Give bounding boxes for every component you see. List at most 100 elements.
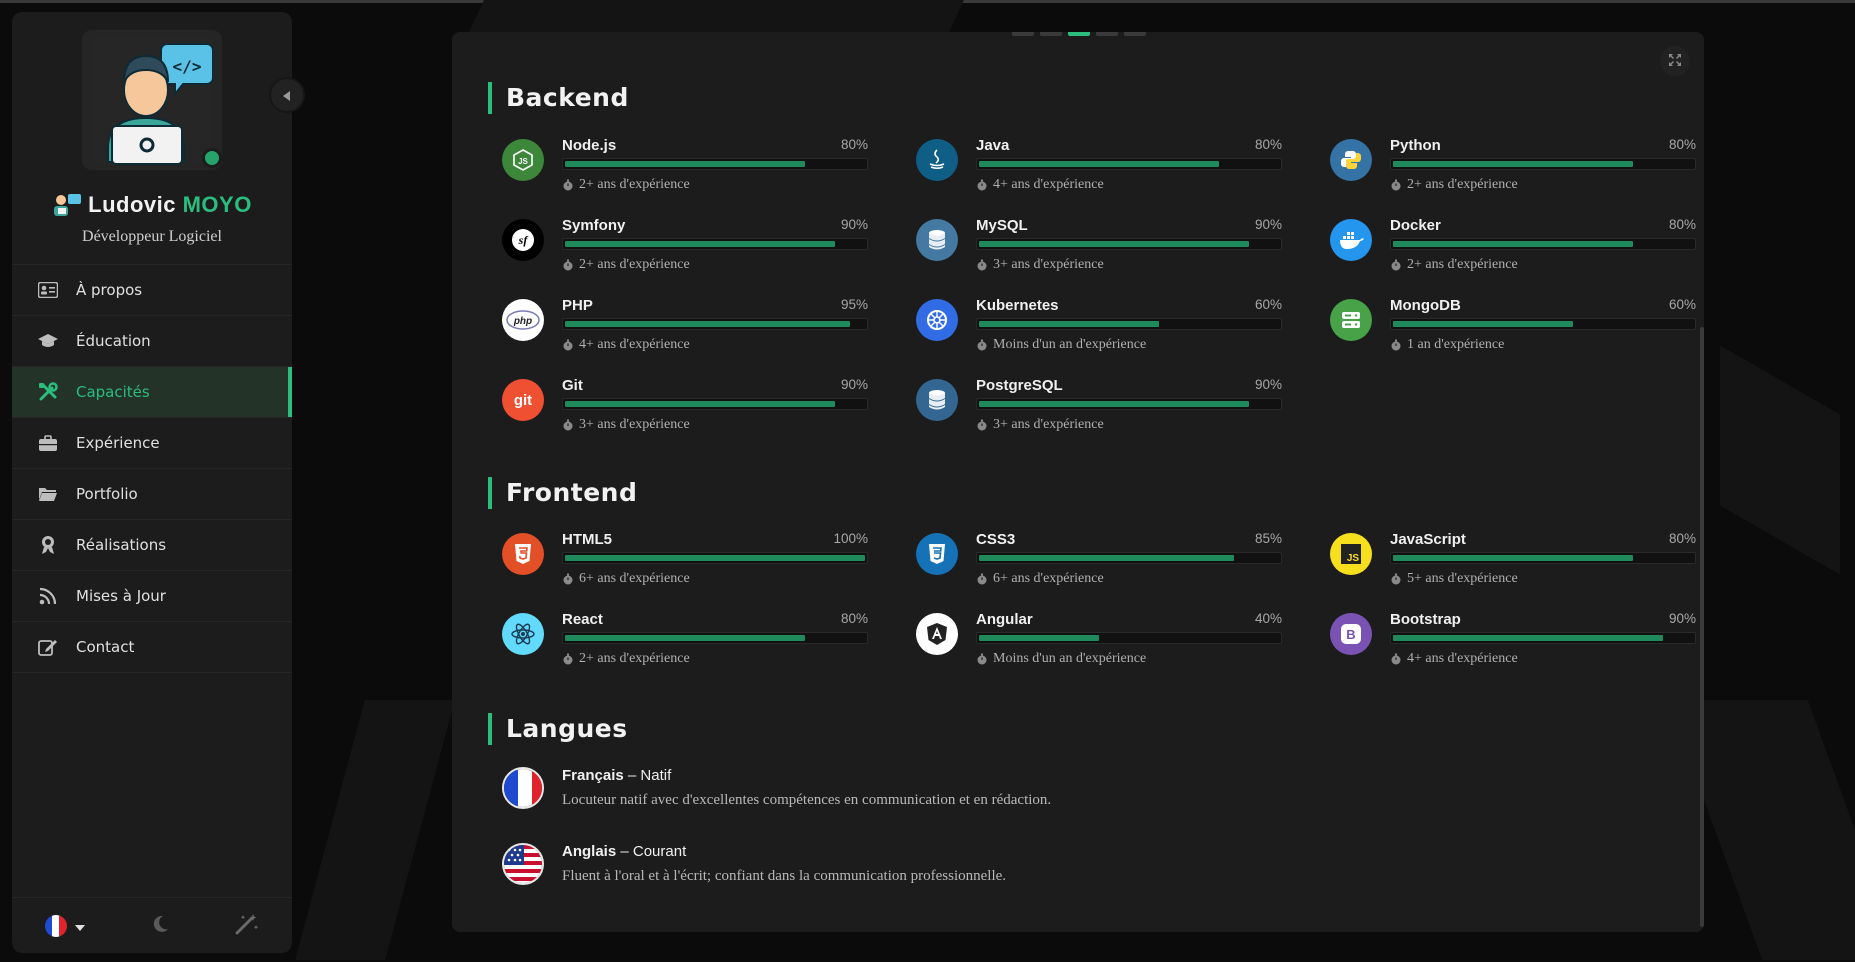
nav-item-experience[interactable]: Expérience (12, 418, 292, 469)
briefcase-icon (36, 433, 60, 453)
language-selector[interactable] (44, 914, 85, 937)
stopwatch-icon (562, 339, 574, 351)
css3-icon (916, 533, 958, 575)
skill-experience: 5+ ans d'expérience (1390, 571, 1518, 587)
stopwatch-icon (1390, 179, 1402, 191)
page-indicator (1012, 32, 1146, 36)
experience-text: 2+ ans d'expérience (579, 257, 690, 272)
stopwatch-icon (1390, 573, 1402, 585)
skill-experience: 4+ ans d'expérience (562, 337, 690, 353)
skill-progress-fill (565, 241, 835, 247)
nav-item-capacites[interactable]: Capacités (12, 367, 292, 418)
skill-experience: 1 an d'expérience (1390, 337, 1504, 353)
skill-progress-fill (565, 635, 805, 641)
stopwatch-icon (976, 259, 988, 271)
experience-text: 5+ ans d'expérience (1407, 571, 1518, 586)
skill-name: React (562, 611, 603, 628)
skill-percent: 80% (1668, 217, 1696, 232)
nav-item-realisations[interactable]: Réalisations (12, 520, 292, 571)
nav-label: Contact (76, 638, 135, 656)
skill-name: Bootstrap (1390, 611, 1461, 628)
skill-progress-fill (1393, 635, 1663, 641)
us-flag-icon (502, 843, 544, 885)
page-dot[interactable] (1040, 32, 1062, 36)
skill-experience: 2+ ans d'expérience (562, 257, 690, 273)
french-flag-icon (44, 914, 67, 937)
skill-item-css3: CSS3 85% 6+ ans d'expérience (916, 531, 1286, 593)
expand-icon (1668, 52, 1682, 71)
skill-name: PostgreSQL (976, 377, 1063, 394)
scrollbar[interactable] (1700, 327, 1704, 927)
experience-text: 4+ ans d'expérience (579, 337, 690, 352)
language-name: Français – Natif (562, 767, 672, 784)
stopwatch-icon (976, 573, 988, 585)
skill-experience: 2+ ans d'expérience (562, 177, 690, 193)
collapse-sidebar-button[interactable] (269, 77, 305, 113)
fullscreen-button[interactable] (1660, 46, 1690, 76)
stopwatch-icon (976, 179, 988, 191)
chevron-down-icon (74, 916, 85, 935)
nav-label: Portfolio (76, 485, 138, 503)
skill-progress-fill (979, 401, 1249, 407)
skill-name: Java (976, 137, 1010, 154)
experience-text: 3+ ans d'expérience (993, 257, 1104, 272)
html5-icon (502, 533, 544, 575)
skill-experience: 6+ ans d'expérience (976, 571, 1104, 587)
skill-name: Node.js (562, 137, 617, 154)
stopwatch-icon (562, 653, 574, 665)
skill-progress-bar (562, 552, 868, 564)
angular-icon (916, 613, 958, 655)
experience-text: 3+ ans d'expérience (993, 417, 1104, 432)
profile-name: Ludovic MOYO (12, 192, 292, 222)
online-status-dot (202, 148, 222, 168)
skill-progress-bar (562, 398, 868, 410)
french-flag-icon (502, 767, 544, 809)
nav-item-education[interactable]: Éducation (12, 316, 292, 367)
language-item-francais: Français – Natif Locuteur natif avec d'e… (502, 767, 1602, 827)
nav-item-a-propos[interactable]: À propos (12, 265, 292, 316)
skill-progress-fill (1393, 321, 1573, 327)
chevron-left-icon (283, 86, 291, 105)
skill-name: Angular (976, 611, 1033, 628)
skills-panel: Backend JS Node.js 80% 2+ ans d'expérience J… (452, 32, 1704, 932)
moon-icon (150, 915, 170, 938)
skill-progress-fill (979, 161, 1219, 167)
theme-toggle[interactable] (150, 914, 170, 938)
skill-item-postgresql: PostgreSQL 90% 3+ ans d'expérience (916, 377, 1286, 439)
nav-item-contact[interactable]: Contact (12, 622, 292, 673)
skill-progress-fill (1393, 161, 1633, 167)
skill-item-angular: Angular 40% Moins d'un an d'expérience (916, 611, 1286, 673)
effects-toggle[interactable] (235, 913, 259, 939)
javascript-icon: JS (1330, 533, 1372, 575)
skill-progress-bar (562, 238, 868, 250)
language-description: Fluent à l'oral et à l'écrit; confiant d… (562, 868, 1007, 884)
page-dot[interactable] (1012, 32, 1034, 36)
skill-name: PHP (562, 297, 593, 314)
page-dot-active[interactable] (1068, 32, 1090, 36)
postgresql-icon (916, 379, 958, 421)
skill-progress-fill (565, 401, 835, 407)
svg-text:sf: sf (518, 233, 529, 247)
experience-text: 2+ ans d'expérience (579, 177, 690, 192)
stopwatch-icon (562, 259, 574, 271)
edit-icon (36, 637, 60, 657)
skill-experience: 3+ ans d'expérience (976, 257, 1104, 273)
svg-text:B: B (1346, 627, 1355, 642)
skill-experience: 2+ ans d'expérience (1390, 177, 1518, 193)
skill-progress-fill (1393, 555, 1633, 561)
skill-name: MySQL (976, 217, 1028, 234)
page-dot[interactable] (1124, 32, 1146, 36)
background-shape (1720, 345, 1840, 575)
skill-progress-fill (979, 555, 1234, 561)
skill-progress-bar (1390, 158, 1696, 170)
language-item-anglais: Anglais – Courant Fluent à l'oral et à l… (502, 843, 1602, 903)
page-dot[interactable] (1096, 32, 1118, 36)
skill-progress-bar (1390, 632, 1696, 644)
nav-item-mises-a-jour[interactable]: Mises à Jour (12, 571, 292, 622)
skill-percent: 80% (840, 137, 868, 152)
skill-item-javascript: JS JavaScript 80% 5+ ans d'expérience (1330, 531, 1700, 593)
nav-item-portfolio[interactable]: Portfolio (12, 469, 292, 520)
experience-text: 2+ ans d'expérience (579, 651, 690, 666)
skill-progress-fill (1393, 241, 1633, 247)
svg-text:</>: </> (173, 57, 202, 76)
